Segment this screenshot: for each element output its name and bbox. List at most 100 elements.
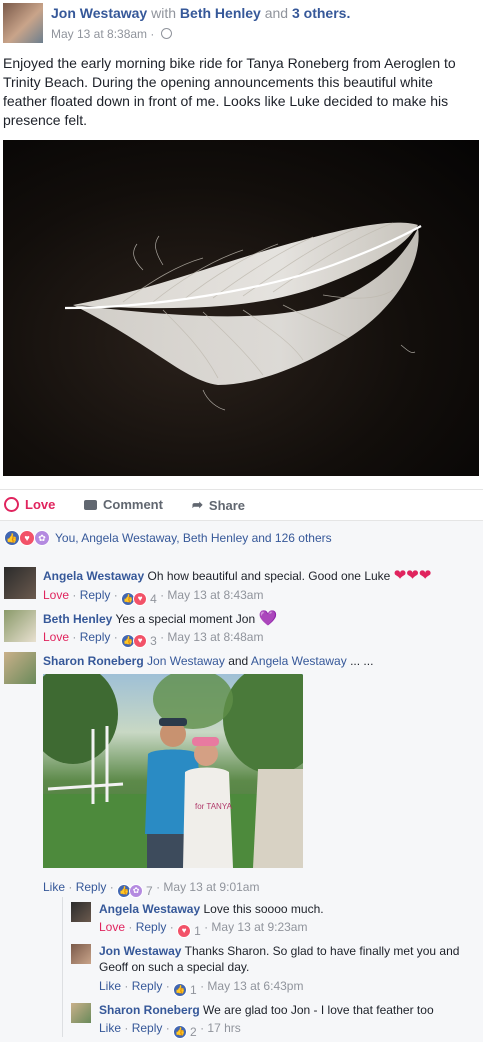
reply-meta: Like · Reply · 👍 2 · 17 hrs — [99, 1021, 241, 1040]
comment-reply-link[interactable]: Reply — [80, 630, 111, 644]
comment-item: Angela Westaway Oh how beautiful and spe… — [0, 567, 483, 607]
comment-love-link[interactable]: Love — [43, 630, 69, 644]
comment-text: Yes a special moment Jon — [115, 612, 256, 626]
comment-photo[interactable]: for TANYA — [43, 674, 303, 868]
comment-body: Beth Henley Yes a special moment Jon 💜 — [43, 611, 277, 627]
shirt-text: for TANYA — [195, 802, 233, 811]
and-text: and — [264, 5, 289, 21]
love-button[interactable]: Love — [4, 497, 55, 512]
comment-label: Comment — [103, 497, 163, 512]
comment-reaction-count[interactable]: 👍 ✿ 7 — [117, 883, 153, 899]
author-name-link[interactable]: Jon Westaway — [51, 5, 147, 21]
comment-reply-link[interactable]: Reply — [76, 880, 107, 894]
comment-timestamp[interactable]: May 13 at 9:01am — [163, 880, 259, 894]
comment-button[interactable]: Comment — [84, 497, 163, 512]
like-reaction-icon: 👍 — [4, 530, 20, 546]
reply-body: Sharon Roneberg We are glad too Jon - I … — [99, 1002, 434, 1018]
tagged-user-link[interactable]: Jon Westaway — [147, 654, 225, 668]
flower-mini-icon: ✿ — [129, 884, 144, 898]
feather-photo[interactable] — [3, 140, 479, 476]
reply-reply-link[interactable]: Reply — [132, 979, 163, 993]
others-link[interactable]: 3 others. — [292, 5, 350, 21]
comment-author-link[interactable]: Sharon Roneberg — [43, 654, 144, 668]
comment-reply-link[interactable]: Reply — [80, 588, 111, 602]
commenter-avatar[interactable] — [4, 652, 36, 684]
comment-author-link[interactable]: Beth Henley — [43, 612, 112, 626]
reply-meta: Like · Reply · 👍 1 · May 13 at 6:43pm — [99, 979, 304, 998]
reply-love-link[interactable]: Love — [99, 920, 125, 934]
reply-like-link[interactable]: Like — [99, 1021, 121, 1035]
comment-timestamp[interactable]: May 13 at 8:48am — [167, 630, 263, 644]
reply-timestamp[interactable]: 17 hrs — [207, 1021, 240, 1035]
love-outline-icon — [4, 497, 19, 512]
like-mini-icon: 👍 — [173, 1025, 188, 1039]
reply-author-link[interactable]: Sharon Roneberg — [99, 1003, 200, 1017]
reactions-summary-text: You, Angela Westaway, Beth Henley and 12… — [55, 531, 332, 545]
love-label: Love — [25, 497, 56, 512]
reply-author-link[interactable]: Angela Westaway — [99, 902, 200, 916]
share-icon: ➦ — [192, 497, 203, 512]
like-mini-icon: 👍 — [173, 983, 188, 997]
reply-item: Angela Westaway Love this soooo much. Lo… — [0, 900, 483, 940]
reply-reply-link[interactable]: Reply — [132, 1021, 163, 1035]
reply-reaction-count[interactable]: 👍 2 — [173, 1024, 197, 1040]
reply-reply-link[interactable]: Reply — [136, 920, 167, 934]
reactions-summary[interactable]: 👍 ♥ ✿ You, Angela Westaway, Beth Henley … — [4, 530, 332, 546]
reply-body: Jon Westaway Thanks Sharon. So glad to h… — [99, 943, 459, 975]
comment-timestamp[interactable]: May 13 at 8:43am — [167, 588, 263, 602]
comment-body: Sharon Roneberg Jon Westaway and Angela … — [43, 653, 373, 669]
comment-item: Beth Henley Yes a special moment Jon 💜 L… — [0, 610, 483, 650]
share-label: Share — [208, 497, 246, 513]
comment-icon — [84, 499, 97, 510]
comment-body: Angela Westaway Oh how beautiful and spe… — [43, 568, 431, 584]
love-mini-icon: ♥ — [177, 924, 192, 938]
commenter-avatar[interactable] — [4, 610, 36, 642]
people-illustration: for TANYA — [43, 674, 303, 868]
reply-meta: Love · Reply · ♥ 1 · May 13 at 9:23am — [99, 920, 308, 939]
replier-avatar[interactable] — [71, 944, 91, 964]
reply-timestamp[interactable]: May 13 at 6:43pm — [207, 979, 303, 993]
ellipsis-text: ... ... — [350, 654, 374, 668]
post-timestamp[interactable]: May 13 at 8:38am — [51, 27, 147, 41]
post-title: Jon Westaway with Beth Henley and 3 othe… — [51, 5, 350, 21]
tagged-user-link[interactable]: Beth Henley — [180, 5, 261, 21]
comment-text: Oh how beautiful and special. Good one L… — [147, 569, 391, 583]
reply-like-link[interactable]: Like — [99, 979, 121, 993]
feather-illustration — [64, 222, 422, 411]
replier-avatar[interactable] — [71, 1003, 91, 1023]
love-mini-icon: ♥ — [133, 592, 148, 606]
comment-meta: Love · Reply · 👍 ♥ 3 · May 13 at 8:48am — [43, 630, 264, 649]
reply-body: Angela Westaway Love this soooo much. — [99, 901, 324, 917]
share-button[interactable]: ➦ Share — [192, 497, 245, 513]
comment-reaction-count[interactable]: 👍 ♥ 3 — [121, 633, 157, 649]
post-action-bar: Love Comment ➦ Share — [0, 489, 483, 521]
comment-author-link[interactable]: Angela Westaway — [43, 569, 144, 583]
reply-item: Jon Westaway Thanks Sharon. So glad to h… — [0, 942, 483, 997]
reply-item: Sharon Roneberg We are glad too Jon - I … — [0, 1001, 483, 1041]
and-text: and — [228, 654, 249, 668]
author-avatar[interactable] — [3, 3, 43, 43]
comment-like-link[interactable]: Like — [43, 880, 65, 894]
purple-heart-emoji: 💜 — [258, 610, 278, 627]
comment-item: Sharon Roneberg Jon Westaway and Angela … — [0, 652, 483, 899]
comment-meta: Like · Reply · 👍 ✿ 7 · May 13 at 9:01am — [43, 880, 260, 899]
commenter-avatar[interactable] — [4, 567, 36, 599]
post-text: Enjoyed the early morning bike ride for … — [3, 55, 456, 128]
comment-reaction-count[interactable]: 👍 ♥ 4 — [121, 591, 157, 607]
globe-icon[interactable] — [160, 28, 172, 39]
reply-text: Thanks Sharon. So glad to have finally m… — [184, 944, 460, 958]
love-reaction-icon: ♥ — [19, 530, 35, 546]
comment-love-link[interactable]: Love — [43, 588, 69, 602]
reply-timestamp[interactable]: May 13 at 9:23am — [211, 920, 307, 934]
tagged-user-link[interactable]: Angela Westaway — [251, 654, 347, 668]
reply-author-link[interactable]: Jon Westaway — [99, 944, 181, 958]
reply-reaction-count[interactable]: 👍 1 — [173, 982, 197, 998]
post-meta: May 13 at 8:38am · — [51, 27, 172, 41]
replier-avatar[interactable] — [71, 902, 91, 922]
post-header: Jon Westaway with Beth Henley and 3 othe… — [3, 3, 473, 43]
reply-text: We are glad too Jon - I love that feathe… — [203, 1003, 434, 1017]
reply-reaction-count[interactable]: ♥ 1 — [177, 923, 201, 939]
comment-meta: Love · Reply · 👍 ♥ 4 · May 13 at 8:43am — [43, 588, 264, 607]
flower-reaction-icon: ✿ — [34, 530, 50, 546]
reply-text-continued: Geoff on such a special day. — [99, 960, 250, 974]
